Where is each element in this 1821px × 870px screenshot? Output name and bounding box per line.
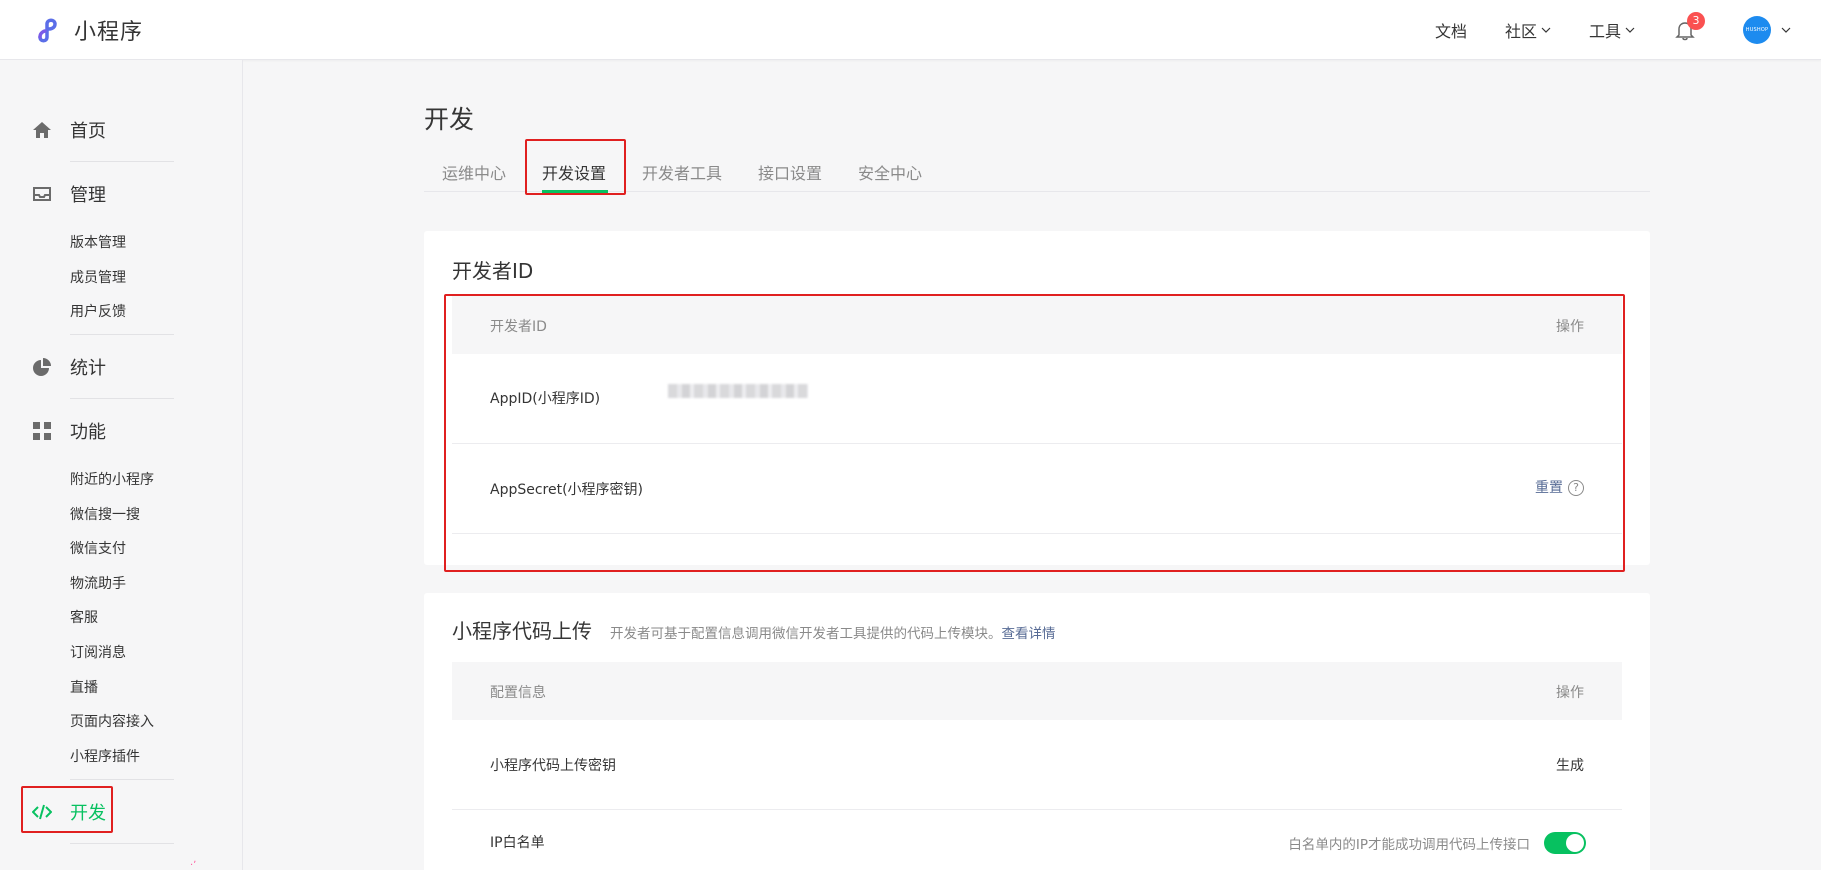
chevron-down-icon (1541, 27, 1551, 33)
tab-security[interactable]: 安全中心 (858, 160, 922, 184)
col-action: 操作 (1556, 685, 1584, 701)
tab-operations[interactable]: 运维中心 (442, 160, 506, 184)
inbox-icon (33, 187, 51, 201)
sidebar-item-nearby-miniprogram[interactable]: 附近的小程序 (32, 463, 174, 498)
sidebar-item-home-label: 首页 (70, 121, 106, 142)
decorative-sparkle-icon: ·ʼ (190, 860, 197, 870)
sidebar-item-features[interactable]: 功能 (32, 399, 174, 463)
sidebar-item-manage[interactable]: 管理 (32, 162, 174, 226)
tab-dev-tools[interactable]: 开发者工具 (642, 160, 722, 184)
nav-community-label: 社区 (1504, 22, 1537, 41)
sidebar-item-subscribe-message[interactable]: 订阅消息 (32, 636, 174, 671)
notification-badge: 3 (1687, 12, 1705, 30)
sidebar-item-member-management[interactable]: 成员管理 (32, 261, 174, 296)
code-upload-desc: 开发者可基于配置信息调用微信开发者工具提供的代码上传模块。查看详情 (610, 626, 1056, 642)
sidebar-item-wechat-search[interactable]: 微信搜一搜 (32, 498, 174, 533)
sidebar-features-group: 功能 附近的小程序 微信搜一搜 微信支付 物流助手 客服 订阅消息 直播 页面内… (32, 399, 174, 774)
sidebar-item-features-label: 功能 (70, 422, 106, 443)
developer-id-highlight (444, 294, 1625, 572)
ip-whitelist-row: IP白名单 白名单内的IP才能成功调用代码上传接口 (452, 810, 1622, 870)
ip-whitelist-label: IP白名单 (490, 835, 545, 851)
notifications-button[interactable]: 3 (1675, 12, 1705, 41)
tab-highlight (525, 139, 626, 195)
app-title: 小程序 (74, 20, 144, 45)
page-title: 开发 (424, 105, 475, 134)
ip-whitelist-toggle[interactable] (1544, 832, 1586, 854)
code-upload-title-text: 小程序代码上传 (452, 619, 592, 643)
sidebar-item-live[interactable]: 直播 (32, 671, 174, 706)
tab-api-settings[interactable]: 接口设置 (758, 160, 822, 184)
chevron-down-icon (1781, 27, 1791, 33)
code-upload-card: 小程序代码上传 开发者可基于配置信息调用微信开发者工具提供的代码上传模块。查看详情… (424, 593, 1650, 870)
nav-docs[interactable]: 文档 (1435, 18, 1467, 42)
mini-program-logo-icon (38, 18, 57, 43)
developer-id-title: 开发者ID (452, 259, 534, 283)
sidebar-develop-highlight (21, 786, 113, 833)
sidebar-stats-group: 统计 (32, 335, 174, 399)
generate-button[interactable]: 生成 (1556, 755, 1584, 775)
sidebar-item-logistics[interactable]: 物流助手 (32, 567, 174, 602)
chevron-down-icon (1625, 27, 1635, 33)
sidebar-item-wechat-pay[interactable]: 微信支付 (32, 532, 174, 567)
top-bar: 小程序 文档 社区 工具 3 HUSHOP (0, 0, 1821, 60)
sidebar-item-plugins[interactable]: 小程序插件 (32, 740, 174, 775)
code-upload-table-header: 配置信息 操作 (452, 662, 1622, 720)
col-config-info: 配置信息 (490, 685, 546, 701)
ip-whitelist-hint: 白名单内的IP才能成功调用代码上传接口 (1288, 837, 1530, 853)
nav-docs-label: 文档 (1434, 22, 1467, 41)
upload-key-row: 小程序代码上传密钥 生成 (452, 720, 1622, 810)
sidebar-item-home[interactable]: 首页 (32, 98, 174, 162)
sidebar-manage-group: 管理 版本管理 成员管理 用户反馈 (32, 162, 174, 330)
sidebar-item-version-management[interactable]: 版本管理 (32, 226, 174, 261)
sidebar-item-stats[interactable]: 统计 (32, 335, 174, 399)
sidebar-home-group: 首页 (32, 98, 174, 162)
pie-chart-icon (33, 358, 51, 376)
nav-tools[interactable]: 工具 (1589, 18, 1635, 42)
account-menu[interactable]: HUSHOP (1743, 16, 1791, 44)
sidebar-item-page-content[interactable]: 页面内容接入 (32, 705, 174, 740)
app-logo[interactable]: 小程序 (34, 14, 143, 46)
sidebar-item-customer-service[interactable]: 客服 (32, 601, 174, 636)
avatar: HUSHOP (1743, 16, 1771, 44)
sidebar-item-stats-label: 统计 (70, 358, 106, 379)
sidebar-item-manage-label: 管理 (70, 185, 106, 206)
home-icon (33, 122, 51, 138)
sidebar: 首页 管理 版本管理 成员管理 用户反馈 统计 功能 附近的小程序 微信搜一搜 … (0, 60, 243, 870)
upload-key-label: 小程序代码上传密钥 (490, 758, 616, 774)
sidebar-divider (70, 843, 174, 844)
sidebar-item-user-feedback[interactable]: 用户反馈 (32, 295, 174, 330)
nav-community[interactable]: 社区 (1505, 18, 1551, 42)
nav-tools-label: 工具 (1588, 22, 1621, 41)
top-nav: 文档 社区 工具 3 HUSHOP (1397, 0, 1791, 60)
code-upload-desc-text: 开发者可基于配置信息调用微信开发者工具提供的代码上传模块。 (610, 626, 1002, 642)
grid-icon (33, 422, 51, 440)
code-upload-title: 小程序代码上传 开发者可基于配置信息调用微信开发者工具提供的代码上传模块。查看详情 (452, 615, 1056, 644)
view-details-link[interactable]: 查看详情 (1002, 626, 1056, 642)
